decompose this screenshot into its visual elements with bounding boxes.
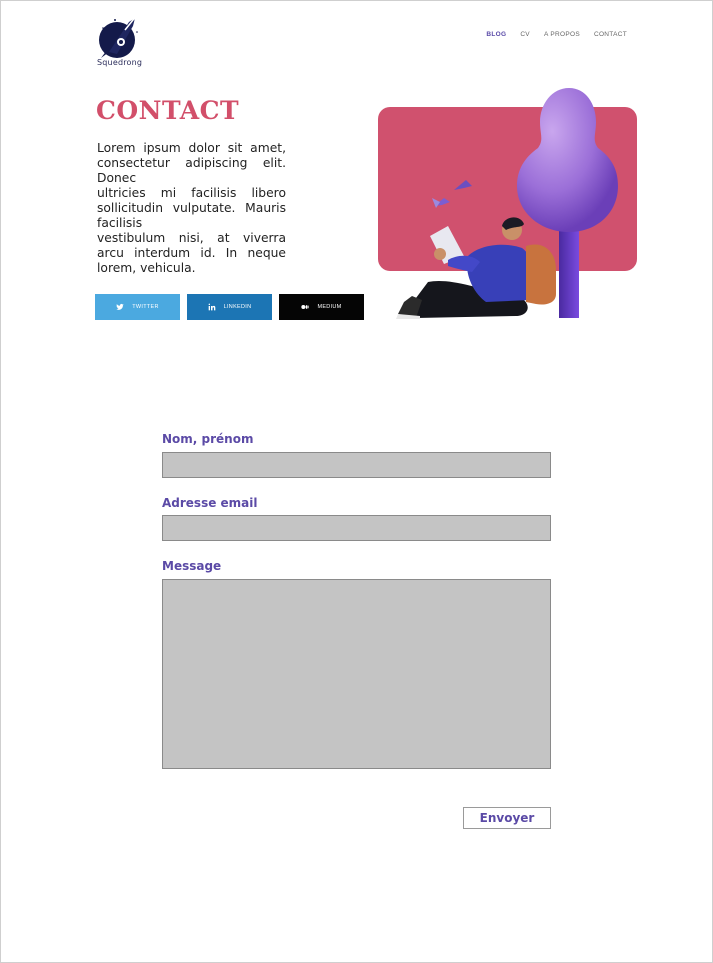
linkedin-icon bbox=[208, 303, 215, 311]
message-textarea[interactable] bbox=[162, 579, 551, 769]
message-label: Message bbox=[162, 559, 222, 573]
medium-label: MEDIUM bbox=[317, 304, 342, 310]
email-label: Adresse email bbox=[162, 496, 258, 510]
name-input[interactable] bbox=[162, 452, 551, 478]
nav-item-contact[interactable]: CONTACT bbox=[594, 31, 627, 38]
nav-item-cv[interactable]: CV bbox=[520, 31, 530, 38]
intro-line: vestibulum nisi, at viverra arcu interdu… bbox=[97, 231, 286, 275]
medium-button[interactable]: MEDIUM bbox=[279, 294, 364, 320]
intro-line: ultricies mi facilisis libero sollicitud… bbox=[97, 186, 286, 230]
twitter-button[interactable]: TWITTER bbox=[95, 294, 180, 320]
email-input[interactable] bbox=[162, 515, 551, 541]
page-title: CONTACT bbox=[96, 96, 240, 125]
nav-item-a-propos[interactable]: A PROPOS bbox=[544, 31, 580, 38]
send-button[interactable]: Envoyer bbox=[463, 807, 551, 829]
intro-text: Lorem ipsum dolor sit amet, consectetur … bbox=[97, 141, 286, 276]
reading-person-illustration bbox=[378, 88, 637, 319]
intro-line: Lorem ipsum dolor sit amet, consectetur … bbox=[97, 141, 286, 185]
linkedin-button[interactable]: LINKEDIN bbox=[187, 294, 272, 320]
main-nav: BLOG CV A PROPOS CONTACT bbox=[486, 31, 627, 38]
name-label: Nom, prénom bbox=[162, 432, 254, 446]
twitter-icon bbox=[116, 303, 124, 310]
twitter-label: TWITTER bbox=[132, 304, 159, 310]
medium-icon bbox=[301, 305, 310, 309]
linkedin-label: LINKEDIN bbox=[223, 304, 252, 310]
brand-name: Squedrong bbox=[97, 58, 143, 67]
nav-item-blog[interactable]: BLOG bbox=[486, 31, 506, 38]
social-buttons: TWITTER LINKEDIN MEDIUM bbox=[95, 294, 364, 320]
